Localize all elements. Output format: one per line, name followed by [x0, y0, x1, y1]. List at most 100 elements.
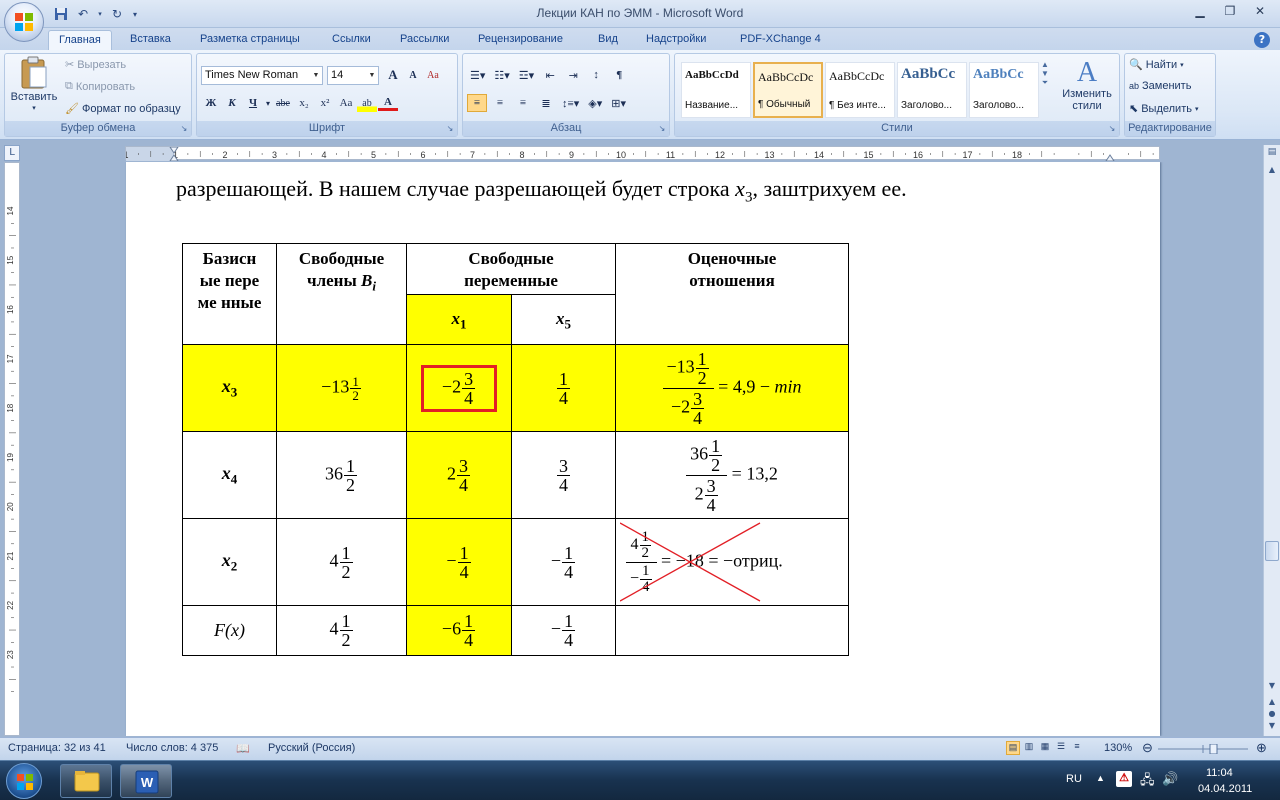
print-layout-icon[interactable]: ▤: [1006, 741, 1020, 755]
pilcrow-icon[interactable]: ¶: [609, 66, 629, 84]
tab-page-layout[interactable]: Разметка страницы: [190, 30, 310, 50]
bullets-icon[interactable]: ☰▾: [467, 66, 488, 84]
simplex-table[interactable]: Базисн ые переме нные Свободные члены Bi…: [182, 243, 849, 656]
highlight-button[interactable]: ab: [357, 94, 377, 112]
minimize-icon[interactable]: ▁: [1186, 2, 1214, 20]
table-row-x4[interactable]: x4 36 1 2 234 34 36 1 2 234 = 13,2: [182, 431, 849, 519]
tab-addins[interactable]: Надстройки: [636, 30, 716, 50]
more-icon[interactable]: ⏷: [1042, 78, 1048, 88]
input-language[interactable]: RU: [1066, 773, 1082, 785]
next-page-icon[interactable]: ▼: [1265, 721, 1279, 733]
zoom-slider[interactable]: [1158, 744, 1248, 754]
vertical-scrollbar[interactable]: ▤ ▲ ▼ ▲ ● ▼: [1263, 145, 1280, 736]
shading-icon[interactable]: ◈▾: [585, 94, 605, 112]
align-right-icon[interactable]: ≡: [513, 94, 533, 112]
tab-home[interactable]: Главная: [48, 30, 112, 50]
font-size-combo[interactable]: 14 ▼: [327, 66, 379, 85]
scroll-down-icon[interactable]: ▼: [1265, 681, 1279, 695]
align-left-icon[interactable]: ≡: [467, 94, 487, 112]
bold-button[interactable]: Ж: [201, 94, 221, 112]
right-indent-marker-icon[interactable]: [1105, 154, 1115, 162]
tab-selector[interactable]: L: [4, 145, 20, 161]
tab-insert[interactable]: Вставка: [120, 30, 181, 50]
chevron-up-icon[interactable]: ▲: [1041, 60, 1049, 69]
dialog-launcher-icon[interactable]: ↘: [445, 124, 455, 134]
sort-icon[interactable]: ↕: [586, 66, 606, 84]
chevron-down-icon[interactable]: ▾: [264, 94, 272, 112]
document-area[interactable]: разрешающей. В нашем случае разрешающей …: [22, 162, 1262, 736]
subscript-button[interactable]: x₂: [294, 94, 314, 112]
numbering-icon[interactable]: ☷▾: [491, 66, 512, 84]
select-button[interactable]: ⬉ Выделить ▾: [1129, 102, 1198, 116]
zoom-in-icon[interactable]: ⊕: [1256, 740, 1267, 756]
tab-references[interactable]: Ссылки: [322, 30, 381, 50]
draft-icon[interactable]: ≡: [1070, 741, 1084, 755]
zoom-level[interactable]: 130%: [1104, 742, 1132, 754]
clock-time[interactable]: 11:04: [1206, 767, 1233, 779]
full-screen-reading-icon[interactable]: ▥: [1022, 741, 1036, 755]
style-normal[interactable]: AaBbCcDc ¶ Обычный: [753, 62, 823, 118]
increase-indent-icon[interactable]: ⇥: [563, 66, 583, 84]
table-row-x3[interactable]: x3 −13 1 2 −2 3 4 14 −13 1 2 −2 3 4 = 4,9 − min: [182, 344, 849, 432]
start-button[interactable]: [6, 763, 42, 799]
paste-button[interactable]: Вставить ▾: [9, 56, 59, 112]
table-row-x2[interactable]: x2 412 −14 −14 412 −14 = −18 = −отриц.: [182, 518, 849, 606]
scroll-thumb[interactable]: [1265, 541, 1279, 561]
clock-date[interactable]: 04.04.2011: [1198, 783, 1252, 795]
close-icon[interactable]: ✕: [1246, 2, 1274, 20]
horizontal-ruler[interactable]: 1123456789101112131415161718: [123, 146, 1160, 162]
tab-mailings[interactable]: Рассылки: [390, 30, 459, 50]
prev-page-icon[interactable]: ▲: [1265, 697, 1279, 709]
find-button[interactable]: 🔍 Найти ▾: [1129, 58, 1184, 72]
table-row-fx[interactable]: F(x) 412 −6 1 4 −1 4: [182, 605, 849, 656]
word-count[interactable]: Число слов: 4 375: [126, 742, 218, 754]
decrease-indent-icon[interactable]: ⇤: [540, 66, 560, 84]
chevron-down-icon[interactable]: ▼: [1041, 69, 1049, 78]
zoom-slider-thumb[interactable]: [1209, 744, 1218, 754]
dialog-launcher-icon[interactable]: ↘: [657, 124, 667, 134]
font-name-combo[interactable]: Times New Roman ▼: [201, 66, 323, 85]
styles-scroll[interactable]: ▲ ▼ ⏷: [1041, 60, 1049, 88]
tab-view[interactable]: Вид: [588, 30, 628, 50]
grow-font-button[interactable]: A: [383, 66, 403, 84]
cut-button[interactable]: ✂ Вырезать: [65, 58, 126, 72]
zoom-out-icon[interactable]: ⊖: [1142, 740, 1153, 756]
strikethrough-button[interactable]: abe: [273, 94, 293, 112]
scroll-up-icon[interactable]: ▲: [1265, 165, 1279, 179]
justify-icon[interactable]: ≣: [536, 94, 556, 112]
borders-icon[interactable]: ⊞▾: [608, 94, 629, 112]
shrink-font-button[interactable]: A: [403, 66, 423, 84]
select-browse-object-icon[interactable]: ●: [1265, 709, 1279, 721]
taskbar-word[interactable]: W: [120, 764, 172, 798]
help-icon[interactable]: ?: [1254, 32, 1270, 48]
multilevel-list-icon[interactable]: ☲▾: [516, 66, 537, 84]
format-painter-button[interactable]: 🖌 Формат по образцу: [65, 102, 181, 116]
underline-button[interactable]: Ч: [243, 94, 263, 112]
taskbar-explorer[interactable]: [60, 764, 112, 798]
volume-icon[interactable]: 🔊: [1162, 771, 1178, 787]
change-case-button[interactable]: Aa: [336, 94, 356, 112]
pivot-cell[interactable]: −2 3 4: [406, 344, 512, 432]
dialog-launcher-icon[interactable]: ↘: [179, 124, 189, 134]
restore-icon[interactable]: ❐: [1216, 2, 1244, 20]
dialog-launcher-icon[interactable]: ↘: [1107, 124, 1117, 134]
copy-button[interactable]: ⧉ Копировать: [65, 80, 135, 93]
line-spacing-icon[interactable]: ↕≡▾: [559, 94, 582, 112]
office-button[interactable]: [4, 2, 44, 42]
language-indicator[interactable]: Русский (Россия): [268, 742, 355, 754]
italic-button[interactable]: К: [222, 94, 242, 112]
document-line[interactable]: разрешающей. В нашем случае разрешающей …: [176, 176, 907, 206]
style-heading-1[interactable]: AaBbCc Заголово...: [897, 62, 967, 118]
ruler-toggle-icon[interactable]: ▤: [1265, 147, 1279, 161]
align-center-icon[interactable]: ≡: [490, 94, 510, 112]
tab-review[interactable]: Рецензирование: [468, 30, 573, 50]
style-heading-2[interactable]: AaBbCc Заголово...: [969, 62, 1039, 118]
outline-icon[interactable]: ☰: [1054, 741, 1068, 755]
font-color-button[interactable]: A: [378, 95, 398, 111]
style-title[interactable]: AaBbCcDd Название...: [681, 62, 751, 118]
vertical-ruler[interactable]: 14 15 16 17 18 19 20 21 22 23: [4, 162, 20, 736]
tray-expand-icon[interactable]: ▲: [1096, 773, 1105, 783]
tab-pdf-xchange[interactable]: PDF-XChange 4: [730, 30, 831, 50]
superscript-button[interactable]: x²: [315, 94, 335, 112]
pdf-tray-icon[interactable]: ⚠: [1116, 771, 1132, 787]
